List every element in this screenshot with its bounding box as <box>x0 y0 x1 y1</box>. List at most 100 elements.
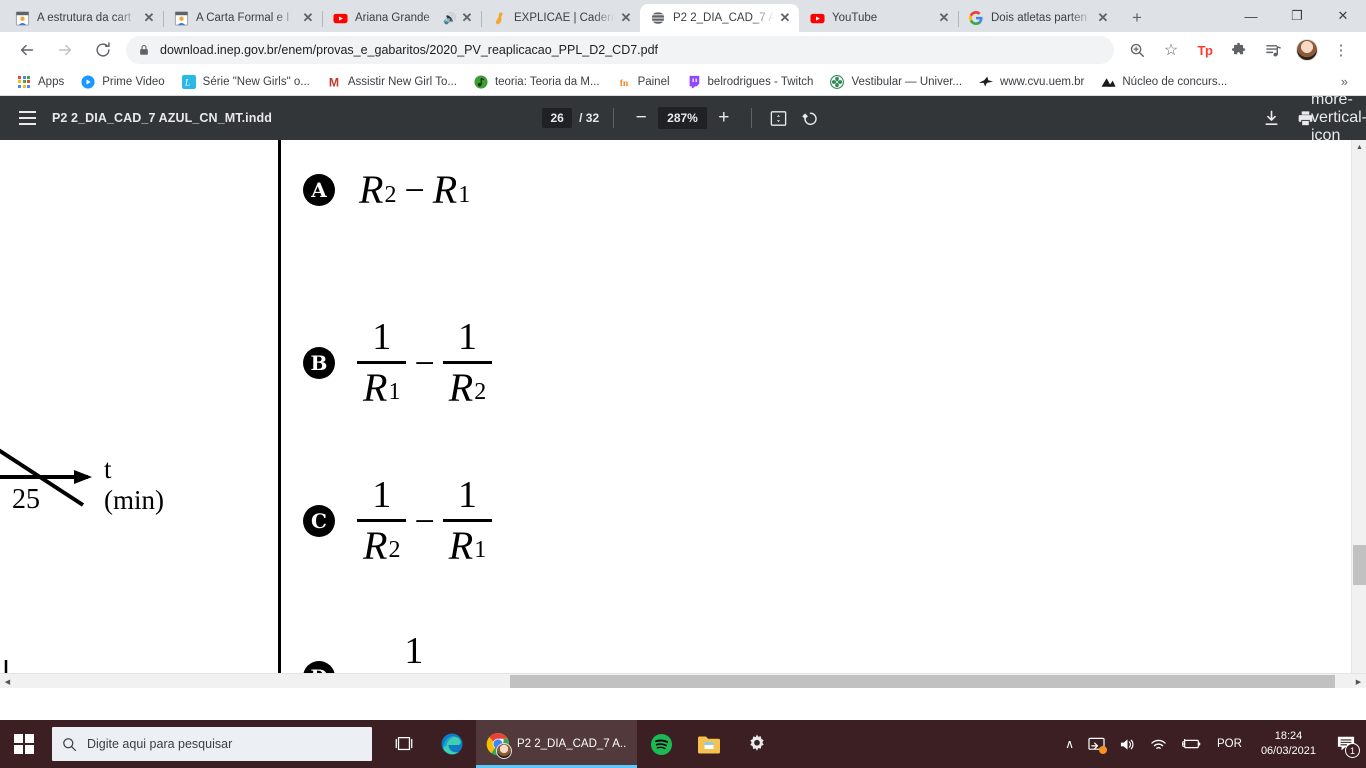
tab-title: Ariana Grande <box>355 12 430 24</box>
bookmark-label: Série "New Girls" o... <box>202 75 310 88</box>
playlist-music-icon[interactable] <box>1260 37 1286 63</box>
bookmark-item-5[interactable]: belrodrigues - Twitch <box>678 71 822 93</box>
taskbar-app-spotify[interactable] <box>637 720 685 768</box>
browser-tab-3[interactable]: EXPLICAÊ | Cadern ✕ <box>481 4 640 32</box>
action-center-icon[interactable]: 1 <box>1326 720 1366 768</box>
zoom-out-button[interactable]: − <box>628 105 654 131</box>
scroll-right-arrow[interactable]: ▶ <box>1351 674 1366 688</box>
bookmark-star-icon[interactable]: ☆ <box>1158 37 1184 63</box>
answer-option-c[interactable]: C 1 R 2 − 1 R 1 <box>303 474 493 568</box>
tab-strip: A estrutura da cart ✕ A Carta Formal e I… <box>0 0 1366 32</box>
fraction-numerator: 1 <box>404 630 424 672</box>
tab-close-button[interactable]: ✕ <box>936 10 952 26</box>
tray-date: 06/03/2021 <box>1260 745 1316 757</box>
bookmark-item-7[interactable]: www.cvu.uem.br <box>970 71 1092 93</box>
fraction-numerator: 1 <box>372 474 392 516</box>
tray-clock[interactable]: 18:24 06/03/2021 <box>1251 729 1326 759</box>
pdf-page-content[interactable]: t (min) 25 A R 2 − R 1 B 1 R 1 − 1 R 2 C… <box>0 140 1366 688</box>
answer-option-a[interactable]: A R 2 − R 1 <box>303 166 470 213</box>
math-operator: − <box>414 501 435 542</box>
twitch-icon <box>686 74 702 90</box>
tray-chevron-up-icon[interactable]: ∧ <box>1058 737 1081 751</box>
bookmark-item-0[interactable]: Prime Video <box>72 71 172 93</box>
scroll-left-arrow[interactable]: ◀ <box>0 674 15 688</box>
math-variable: R <box>448 364 474 410</box>
zoom-in-icon[interactable] <box>1124 37 1150 63</box>
taskbar-app-edge[interactable] <box>428 720 476 768</box>
lock-icon <box>138 44 150 56</box>
reload-button[interactable] <box>89 36 117 64</box>
hamburger-menu-icon[interactable] <box>10 101 44 135</box>
back-button[interactable] <box>13 36 41 64</box>
tab-close-button[interactable]: ✕ <box>459 10 475 26</box>
option-c-expression: 1 R 2 − 1 R 1 <box>357 474 493 568</box>
tp-extension-icon[interactable]: Tp <box>1192 37 1218 63</box>
scroll-up-arrow[interactable]: ▲ <box>1352 140 1366 155</box>
bookmark-item-4[interactable]: fn Painel <box>608 71 678 93</box>
more-vertical-icon[interactable]: more-vertical-icon <box>1311 91 1366 144</box>
search-icon <box>62 737 77 752</box>
tab-close-button[interactable]: ✕ <box>1095 10 1111 26</box>
apps-grid-icon <box>16 74 32 90</box>
close-window-button[interactable]: ✕ <box>1320 0 1366 32</box>
tab-close-button[interactable]: ✕ <box>777 10 793 26</box>
page-number-input[interactable]: 26 <box>542 108 573 128</box>
windows-start-icon[interactable] <box>0 720 48 768</box>
fraction-bar <box>357 518 407 522</box>
tray-language-label[interactable]: POR <box>1208 738 1251 750</box>
horizontal-scroll-thumb[interactable] <box>510 675 1335 688</box>
horizontal-scrollbar[interactable]: ◀ ▶ <box>0 673 1366 688</box>
math-operator: − <box>404 169 425 210</box>
bookmark-item-6[interactable]: Vestibular — Univer... <box>821 71 970 93</box>
tab-audio-icon[interactable]: 🔊 <box>443 12 457 25</box>
address-bar[interactable]: download.inep.gov.br/enem/provas_e_gabar… <box>126 36 1114 64</box>
minimize-button[interactable]: — <box>1228 0 1274 32</box>
bookmark-item-8[interactable]: Núcleo de concurs... <box>1092 71 1235 93</box>
profile-avatar[interactable] <box>1296 39 1318 61</box>
chrome-menu-icon[interactable]: ⋮ <box>1328 37 1354 63</box>
wifi-icon[interactable] <box>1143 737 1174 752</box>
puzzle-icon[interactable] <box>1226 37 1252 63</box>
option-bullet-c: C <box>303 505 335 538</box>
explicae-icon <box>491 10 507 26</box>
bookmarks-overflow-button[interactable]: » <box>1331 74 1358 89</box>
fit-page-icon[interactable] <box>766 105 792 131</box>
browser-tab-6[interactable]: Dois atletas parten ✕ <box>958 4 1117 32</box>
vertical-scrollbar[interactable]: ▲ ▼ <box>1351 140 1366 688</box>
battery-charging-icon[interactable] <box>1174 737 1208 751</box>
vertical-scroll-thumb[interactable] <box>1353 545 1366 585</box>
browser-tab-5[interactable]: YouTube ✕ <box>799 4 959 32</box>
bookmark-item-3[interactable]: teoria: Teoria da M... <box>465 71 608 93</box>
mountain-icon <box>1100 74 1116 90</box>
volume-icon[interactable] <box>1112 737 1143 752</box>
task-view-icon[interactable] <box>380 720 428 768</box>
taskbar-search-input[interactable]: Digite aqui para pesquisar <box>52 727 372 761</box>
browser-tab-0[interactable]: A estrutura da cart ✕ <box>4 4 164 32</box>
forward-button[interactable] <box>51 36 79 64</box>
fraction-left: 1 R 1 <box>357 317 407 409</box>
option-bullet-a: A <box>303 173 335 206</box>
option-a-expression: R 2 − R 1 <box>359 166 470 213</box>
screen-cast-icon[interactable] <box>1081 737 1112 754</box>
taskbar-app-settings[interactable] <box>733 720 781 768</box>
browser-tab-2[interactable]: Ariana Grande 🔊 ✕ <box>322 4 482 32</box>
bookmark-item-1[interactable]: L Série "New Girls" o... <box>173 71 318 93</box>
download-icon[interactable] <box>1254 101 1288 135</box>
maximize-button[interactable]: ❐ <box>1274 0 1320 32</box>
tab-close-button[interactable]: ✕ <box>618 10 634 26</box>
bookmark-item-2[interactable]: M Assistir New Girl To... <box>318 71 465 93</box>
zoom-level-value[interactable]: 287% <box>658 107 707 129</box>
tab-close-button[interactable]: ✕ <box>300 10 316 26</box>
bookmark-apps[interactable]: Apps <box>8 71 72 93</box>
browser-tab-1[interactable]: A Carta Formal e I ✕ <box>163 4 323 32</box>
math-variable: R <box>448 522 474 568</box>
answer-option-b[interactable]: B 1 R 1 − 1 R 2 <box>303 317 493 410</box>
browser-tab-4-active[interactable]: P2 2_DIA_CAD_7 A ✕ <box>640 4 799 32</box>
taskbar-app-file-explorer[interactable] <box>685 720 733 768</box>
zoom-in-button[interactable]: + <box>711 105 737 131</box>
tab-close-button[interactable]: ✕ <box>141 10 157 26</box>
browser-window: A estrutura da cart ✕ A Carta Formal e I… <box>0 0 1366 720</box>
taskbar-app-chrome-pdf[interactable]: P2 2_DIA_CAD_7 A... <box>476 720 637 768</box>
rotate-counterclockwise-icon[interactable] <box>798 105 824 131</box>
new-tab-button[interactable]: + <box>1123 4 1151 32</box>
